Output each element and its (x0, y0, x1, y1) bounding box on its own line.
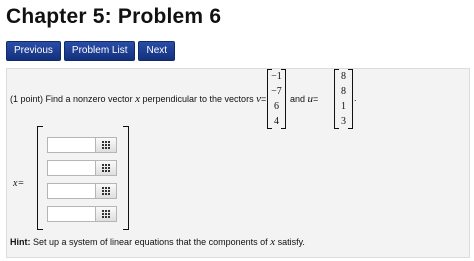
vector-v-entry: −1 (271, 71, 282, 82)
vector-v-entry: 4 (274, 116, 279, 127)
vector-v-matrix: −1 −7 6 4 (267, 69, 286, 129)
hint-text: Hint: Set up a system of linear equation… (10, 236, 305, 248)
vector-v-entry: 6 (274, 101, 279, 112)
statement-period: . (354, 93, 357, 103)
vector-u-entry: 1 (341, 101, 346, 112)
answer-row (47, 160, 117, 176)
vector-u-entry: 8 (341, 86, 346, 97)
answer-matrix (37, 126, 129, 230)
equals-sign: = (260, 94, 267, 104)
hint-suffix: satisfy. (277, 237, 305, 247)
vector-v-entry: −7 (271, 86, 282, 97)
keyboard-icon[interactable] (95, 137, 117, 153)
hint-body: Set up a system of linear equations that… (33, 237, 268, 247)
problem-list-button[interactable]: Problem List (63, 41, 136, 61)
statement-and: and (290, 94, 306, 104)
problem-statement-and: and u= (290, 93, 318, 105)
statement-middle: perpendicular to the vectors (142, 94, 254, 104)
vector-x-symbol: x (135, 93, 140, 105)
page-title: Chapter 5: Problem 6 (6, 5, 222, 28)
answer-row (47, 206, 117, 222)
keyboard-icon[interactable] (95, 206, 117, 222)
answer-input-4[interactable] (47, 206, 95, 222)
statement-prefix: (1 point) Find a nonzero vector (10, 94, 133, 104)
answer-equals-sign: = (17, 178, 25, 189)
previous-button[interactable]: Previous (6, 41, 61, 61)
answer-input-3[interactable] (47, 183, 95, 199)
answer-row (47, 137, 117, 153)
answer-label: x= (13, 178, 24, 189)
hint-x-symbol: x (270, 236, 276, 248)
problem-box: (1 point) Find a nonzero vector x perpen… (6, 68, 470, 258)
vector-u-entry: 8 (341, 71, 346, 82)
answer-input-1[interactable] (47, 137, 95, 153)
next-button[interactable]: Next (138, 41, 176, 61)
keyboard-icon[interactable] (95, 160, 117, 176)
vector-u-matrix: 8 8 1 3 (334, 69, 353, 129)
equals-sign: = (313, 94, 319, 104)
problem-navigation: Previous Problem List Next (6, 41, 176, 61)
problem-statement: (1 point) Find a nonzero vector x perpen… (10, 93, 266, 105)
answer-input-2[interactable] (47, 160, 95, 176)
keyboard-icon[interactable] (95, 183, 117, 199)
answer-row (47, 183, 117, 199)
vector-u-entry: 3 (341, 116, 346, 127)
hint-label: Hint: (10, 237, 31, 247)
